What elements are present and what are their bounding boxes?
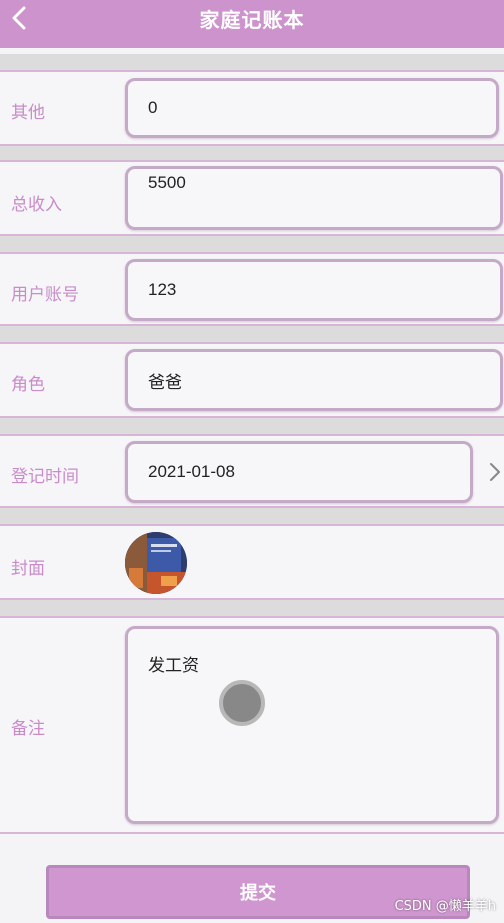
divider	[0, 146, 504, 160]
cover-thumbnail	[125, 532, 187, 594]
other-label: 其他	[11, 103, 45, 123]
page-title: 家庭记账本	[199, 7, 305, 32]
user-account-input[interactable]: 123	[125, 259, 503, 321]
cover-label: 封面	[11, 559, 45, 579]
divider	[0, 508, 504, 524]
divider	[0, 54, 504, 70]
remark-label: 备注	[11, 719, 45, 739]
cover-image[interactable]	[125, 532, 187, 594]
chevron-right-icon[interactable]	[488, 461, 502, 483]
user-account-label: 用户账号	[11, 285, 79, 305]
other-input[interactable]: 0	[125, 78, 499, 138]
role-input[interactable]: 爸爸	[125, 349, 503, 411]
remark-textarea[interactable]: 发工资	[125, 626, 499, 824]
reg-time-label: 登记时间	[11, 467, 79, 487]
divider	[0, 326, 504, 342]
role-label: 角色	[11, 375, 45, 395]
divider	[0, 418, 504, 434]
total-income-input[interactable]: 5500	[125, 166, 503, 230]
form-row-cover: 封面	[0, 524, 504, 600]
watermark: CSDN @懒羊羊h	[394, 899, 496, 914]
total-income-label: 总收入	[11, 195, 62, 215]
touch-cursor-indicator	[219, 680, 265, 726]
divider	[0, 600, 504, 616]
reg-time-input[interactable]: 2021-01-08	[125, 441, 473, 503]
divider	[0, 236, 504, 252]
chevron-left-icon[interactable]	[8, 4, 32, 32]
app-header: 家庭记账本	[0, 0, 504, 48]
